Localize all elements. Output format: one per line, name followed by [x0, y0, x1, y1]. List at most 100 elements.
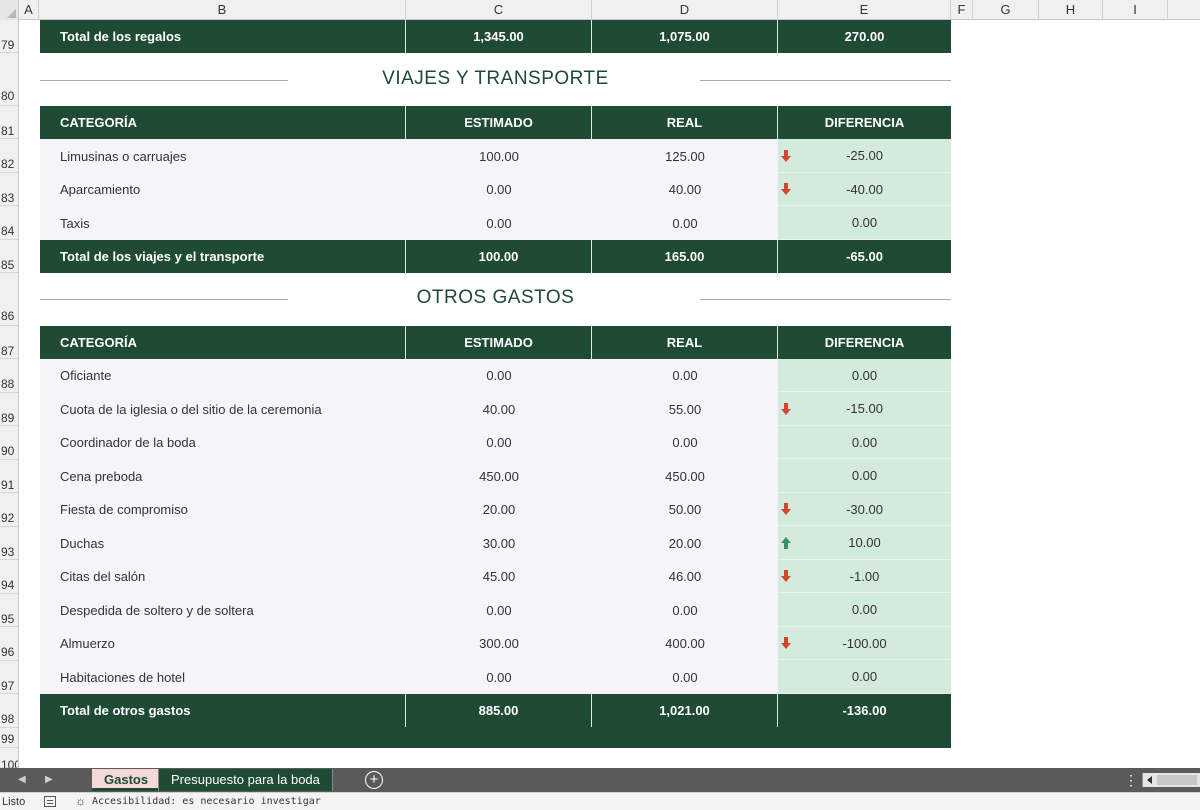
- column-header-b[interactable]: B: [39, 0, 406, 20]
- actual-cell[interactable]: 0.00: [592, 206, 778, 240]
- actual-cell[interactable]: 125.00: [592, 139, 778, 173]
- table-row[interactable]: Citas del salón 45.00 46.00 -1.00: [40, 560, 951, 593]
- table-row[interactable]: Habitaciones de hotel 0.00 0.00 0.00: [40, 660, 951, 694]
- other-total-estimated[interactable]: 885.00: [406, 694, 592, 727]
- travel-total-estimated[interactable]: 100.00: [406, 240, 592, 273]
- tab-scroll-left-icon[interactable]: ◀: [18, 768, 26, 792]
- row-header[interactable]: 95: [0, 594, 18, 627]
- row-header[interactable]: 97: [0, 661, 18, 694]
- row-header[interactable]: 94: [0, 560, 18, 594]
- category-cell[interactable]: Cena preboda: [40, 459, 406, 493]
- difference-cell[interactable]: 0.00: [778, 660, 951, 694]
- actual-cell[interactable]: 50.00: [592, 493, 778, 526]
- select-all-button[interactable]: [0, 0, 19, 20]
- actual-cell[interactable]: 450.00: [592, 459, 778, 493]
- more-options-icon[interactable]: ⋮: [1124, 768, 1138, 792]
- difference-cell[interactable]: -1.00: [778, 560, 951, 593]
- header-estimated[interactable]: ESTIMADO: [406, 106, 592, 139]
- header-category[interactable]: CATEGORÍA: [40, 106, 406, 139]
- category-cell[interactable]: Fiesta de compromiso: [40, 493, 406, 526]
- table-row[interactable]: Aparcamiento 0.00 40.00 -40.00: [40, 173, 951, 206]
- row-header[interactable]: 98: [0, 694, 18, 728]
- difference-cell[interactable]: -15.00: [778, 392, 951, 426]
- estimated-cell[interactable]: 0.00: [406, 660, 592, 694]
- category-cell[interactable]: Coordinador de la boda: [40, 426, 406, 459]
- table-row[interactable]: Limusinas o carruajes 100.00 125.00 -25.00: [40, 139, 951, 173]
- table-row[interactable]: Oficiante 0.00 0.00 0.00: [40, 359, 951, 392]
- gifts-total-row[interactable]: Total de los regalos 1,345.00 1,075.00 2…: [40, 20, 951, 53]
- row-header[interactable]: 91: [0, 460, 18, 493]
- accessibility-status[interactable]: Accesibilidad: es necesario investigar: [92, 796, 321, 807]
- row-header[interactable]: 88: [0, 359, 18, 393]
- category-cell[interactable]: Citas del salón: [40, 560, 406, 593]
- category-cell[interactable]: Oficiante: [40, 359, 406, 392]
- difference-cell[interactable]: 0.00: [778, 459, 951, 493]
- table-row[interactable]: Almuerzo 300.00 400.00 -100.00: [40, 627, 951, 660]
- category-cell[interactable]: Duchas: [40, 526, 406, 560]
- difference-cell[interactable]: 10.00: [778, 526, 951, 560]
- difference-cell[interactable]: 0.00: [778, 206, 951, 240]
- column-header-i[interactable]: I: [1103, 0, 1168, 20]
- category-cell[interactable]: Taxis: [40, 206, 406, 240]
- header-difference[interactable]: DIFERENCIA: [778, 106, 951, 139]
- estimated-cell[interactable]: 0.00: [406, 593, 592, 627]
- estimated-cell[interactable]: 300.00: [406, 627, 592, 660]
- row-header[interactable]: 92: [0, 493, 18, 527]
- row-header[interactable]: 83: [0, 173, 18, 206]
- estimated-cell[interactable]: 30.00: [406, 526, 592, 560]
- tab-gastos[interactable]: Gastos: [92, 769, 161, 791]
- accessibility-icon[interactable]: ☼: [75, 794, 86, 808]
- header-actual[interactable]: REAL: [592, 106, 778, 139]
- actual-cell[interactable]: 0.00: [592, 359, 778, 392]
- header-category[interactable]: CATEGORÍA: [40, 326, 406, 359]
- column-header-h[interactable]: H: [1039, 0, 1103, 20]
- row-header[interactable]: 80: [0, 53, 18, 106]
- add-sheet-icon[interactable]: +: [365, 771, 383, 789]
- estimated-cell[interactable]: 0.00: [406, 359, 592, 392]
- estimated-cell[interactable]: 20.00: [406, 493, 592, 526]
- row-header[interactable]: 90: [0, 426, 18, 460]
- row-header[interactable]: 79: [0, 20, 18, 53]
- actual-cell[interactable]: 0.00: [592, 426, 778, 459]
- row-header[interactable]: 86: [0, 273, 18, 326]
- horizontal-scrollbar[interactable]: [1142, 773, 1200, 787]
- category-cell[interactable]: Despedida de soltero y de soltera: [40, 593, 406, 627]
- actual-cell[interactable]: 0.00: [592, 660, 778, 694]
- column-header-c[interactable]: C: [406, 0, 592, 20]
- actual-cell[interactable]: 400.00: [592, 627, 778, 660]
- macro-record-icon[interactable]: [44, 796, 56, 807]
- row-header[interactable]: 84: [0, 206, 18, 240]
- scrollbar-thumb[interactable]: [1157, 775, 1197, 785]
- row-header[interactable]: 81: [0, 106, 18, 139]
- table-row[interactable]: Coordinador de la boda 0.00 0.00 0.00: [40, 426, 951, 459]
- gifts-total-estimated[interactable]: 1,345.00: [406, 20, 592, 53]
- travel-total-label[interactable]: Total de los viajes y el transporte: [40, 240, 406, 273]
- difference-cell[interactable]: -30.00: [778, 493, 951, 526]
- estimated-cell[interactable]: 40.00: [406, 392, 592, 426]
- difference-cell[interactable]: 0.00: [778, 426, 951, 459]
- table-row[interactable]: Despedida de soltero y de soltera 0.00 0.0…: [40, 593, 951, 627]
- category-cell[interactable]: Habitaciones de hotel: [40, 660, 406, 694]
- difference-cell[interactable]: -40.00: [778, 173, 951, 206]
- row-header[interactable]: 89: [0, 393, 18, 426]
- other-total-label[interactable]: Total de otros gastos: [40, 694, 406, 727]
- category-cell[interactable]: Cuota de la iglesia o del sitio de la ce…: [40, 392, 406, 426]
- column-header-a[interactable]: A: [19, 0, 39, 20]
- row-header[interactable]: 99: [0, 728, 18, 748]
- table-row[interactable]: Taxis 0.00 0.00 0.00: [40, 206, 951, 240]
- category-cell[interactable]: Almuerzo: [40, 627, 406, 660]
- column-header-g[interactable]: G: [973, 0, 1039, 20]
- header-difference[interactable]: DIFERENCIA: [778, 326, 951, 359]
- row-header[interactable]: 85: [0, 240, 18, 273]
- other-total-row[interactable]: Total de otros gastos 885.00 1,021.00 -1…: [40, 694, 951, 727]
- actual-cell[interactable]: 46.00: [592, 560, 778, 593]
- estimated-cell[interactable]: 100.00: [406, 139, 592, 173]
- travel-total-actual[interactable]: 165.00: [592, 240, 778, 273]
- other-section-title[interactable]: OTROS GASTOS: [40, 287, 951, 309]
- row-header[interactable]: 82: [0, 139, 18, 173]
- header-estimated[interactable]: ESTIMADO: [406, 326, 592, 359]
- column-header-d[interactable]: D: [592, 0, 778, 20]
- travel-total-difference[interactable]: -65.00: [778, 240, 951, 273]
- row-header[interactable]: 87: [0, 326, 18, 359]
- estimated-cell[interactable]: 45.00: [406, 560, 592, 593]
